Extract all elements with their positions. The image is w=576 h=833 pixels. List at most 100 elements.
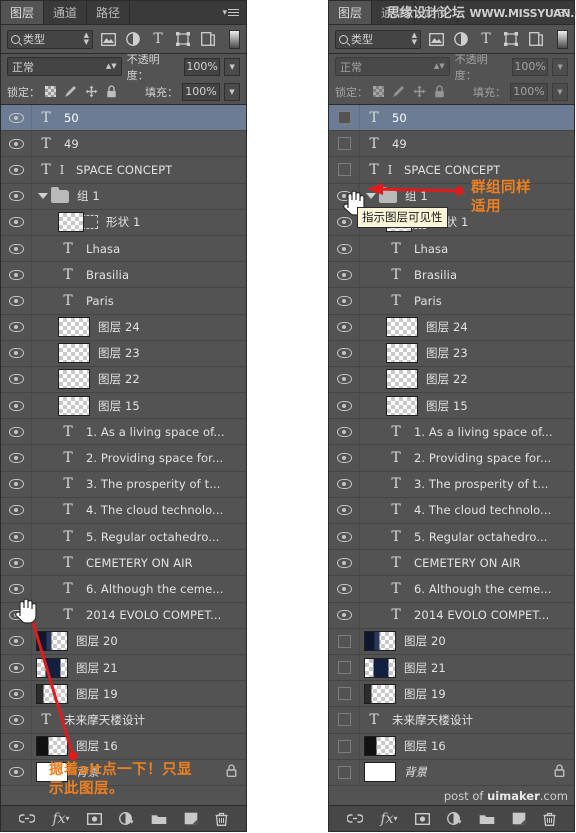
adjustment-filter-icon[interactable] [451, 30, 471, 49]
opacity-input[interactable]: 100% [511, 57, 549, 76]
layer-row[interactable]: T 未来摩天楼设计 [1, 707, 246, 734]
layer-name[interactable]: 3. The prosperity of t... [406, 477, 548, 491]
layer-name[interactable]: 组 1 [397, 188, 428, 204]
layer-name[interactable]: 49 [56, 137, 79, 151]
layer-visibility-toggle[interactable] [1, 209, 32, 235]
layer-visibility-toggle[interactable] [329, 340, 360, 366]
layer-name[interactable]: Paris [406, 294, 442, 308]
layer-name[interactable]: 图层 23 [90, 345, 140, 361]
layer-row[interactable]: 图层 20 [1, 628, 246, 655]
layer-row[interactable]: 图层 15 [329, 393, 574, 420]
disclosure-triangle-icon[interactable] [366, 193, 376, 200]
fill-input[interactable]: 100% [510, 82, 548, 101]
layer-name[interactable]: 图层 22 [418, 371, 468, 387]
lock-transparency-icon[interactable] [373, 86, 384, 97]
fill-input[interactable]: 100% [182, 82, 220, 101]
panel-menu-icon[interactable]: ▾ [218, 1, 246, 24]
layer-thumbnail[interactable] [36, 683, 68, 704]
new-layer-icon[interactable] [512, 806, 526, 831]
tab-layers[interactable]: 图层 [329, 1, 373, 24]
new-layer-icon[interactable] [184, 806, 198, 831]
filter-toggle-swatch[interactable] [229, 29, 240, 49]
layer-visibility-toggle[interactable] [329, 497, 360, 523]
layer-visibility-toggle[interactable] [329, 445, 360, 471]
lock-position-icon[interactable] [413, 85, 426, 98]
layer-visibility-toggle[interactable] [329, 183, 360, 209]
layer-thumbnail[interactable] [386, 343, 418, 364]
layer-row[interactable]: T 4. The cloud technolo... [1, 497, 246, 524]
type-filter-icon[interactable]: T [148, 30, 168, 49]
layer-thumbnail[interactable] [386, 317, 418, 338]
layer-visibility-toggle[interactable] [329, 314, 360, 340]
layer-name[interactable]: 2. Providing space for... [406, 451, 551, 465]
layer-visibility-toggle[interactable] [1, 393, 32, 419]
layer-name[interactable]: 图层 24 [90, 319, 140, 335]
layer-name[interactable]: 50 [56, 111, 79, 125]
layer-name[interactable]: 图层 15 [418, 398, 468, 414]
layer-row[interactable]: T 2014 EVOLO COMPET... [329, 602, 574, 629]
layer-visibility-toggle[interactable] [1, 419, 32, 445]
pixel-filter-icon[interactable] [426, 30, 446, 49]
layer-thumbnail[interactable] [58, 369, 90, 390]
layer-thumbnail[interactable] [36, 631, 68, 652]
link-layers-icon[interactable] [347, 806, 364, 831]
layer-name[interactable]: 6. Although the ceme... [406, 582, 552, 596]
layer-visibility-toggle[interactable] [329, 602, 360, 628]
shape-filter-icon[interactable] [173, 30, 193, 49]
layer-visibility-toggle[interactable] [1, 576, 32, 602]
layer-style-fx-icon[interactable]: fx ▾ [52, 806, 69, 831]
lock-all-icon[interactable] [106, 85, 117, 98]
layer-row[interactable]: T 49 [329, 131, 574, 158]
layer-visibility-toggle[interactable] [1, 183, 32, 209]
layer-row[interactable]: T 未来摩天楼设计 [329, 707, 574, 734]
layer-visibility-toggle[interactable] [1, 235, 32, 262]
new-group-icon[interactable] [151, 806, 167, 831]
layer-row[interactable]: 图层 22 [329, 366, 574, 394]
layer-row[interactable]: T CEMETERY ON AIR [329, 550, 574, 577]
layer-visibility-toggle[interactable] [329, 209, 360, 235]
layer-row[interactable]: T I SPACE CONCEPT [329, 157, 574, 184]
layer-thumbnail[interactable] [58, 317, 90, 338]
layer-visibility-toggle[interactable] [329, 654, 360, 681]
layer-name[interactable]: 4. The cloud technolo... [78, 503, 223, 517]
layer-name[interactable]: 图层 15 [90, 398, 140, 414]
layer-visibility-toggle[interactable] [1, 602, 32, 628]
layer-name[interactable]: 形状 1 [98, 214, 140, 230]
layer-name[interactable]: 背景 [396, 764, 427, 780]
shape-filter-icon[interactable] [501, 30, 521, 49]
add-layer-mask-icon[interactable] [86, 806, 102, 831]
layer-name[interactable]: Lhasa [406, 242, 448, 256]
pixel-filter-icon[interactable] [98, 30, 118, 49]
layer-row[interactable]: T I SPACE CONCEPT [1, 157, 246, 184]
layer-name[interactable]: 3. The prosperity of t... [78, 477, 220, 491]
layer-row[interactable]: 组 1 [329, 183, 574, 210]
layer-row[interactable]: 图层 23 [1, 340, 246, 367]
layer-thumbnail[interactable] [36, 657, 68, 678]
layer-name[interactable]: Brasilia [78, 268, 129, 282]
layer-row[interactable]: 图层 21 [1, 654, 246, 682]
layer-row[interactable]: T 5. Regular octahedro... [1, 524, 246, 551]
layer-row[interactable]: 图层 15 [1, 393, 246, 420]
layer-name[interactable]: SPACE CONCEPT [396, 163, 500, 177]
layer-row[interactable]: 图层 19 [1, 681, 246, 708]
fill-dropdown-icon[interactable]: ▼ [224, 82, 240, 101]
layer-row[interactable]: T 3. The prosperity of t... [1, 471, 246, 498]
layer-name[interactable]: Paris [78, 294, 114, 308]
layer-row[interactable]: 图层 20 [329, 628, 574, 655]
layer-thumbnail[interactable] [364, 762, 396, 783]
layer-thumbnail[interactable] [36, 736, 68, 757]
layer-name[interactable]: 图层 24 [418, 319, 468, 335]
layer-visibility-toggle[interactable] [329, 576, 360, 602]
layer-name[interactable]: 49 [384, 137, 407, 151]
layer-name[interactable]: 图层 20 [68, 633, 118, 649]
layer-name[interactable]: 50 [384, 111, 407, 125]
layer-visibility-toggle[interactable] [329, 288, 360, 314]
link-layers-icon[interactable] [19, 806, 36, 831]
lock-image-icon[interactable] [64, 85, 77, 98]
delete-layer-icon[interactable] [543, 806, 556, 831]
layer-row[interactable]: T Lhasa [1, 235, 246, 263]
adjustment-filter-icon[interactable] [123, 30, 143, 49]
layer-row[interactable]: T Paris [1, 288, 246, 315]
layer-row[interactable]: T 2. Providing space for... [1, 445, 246, 472]
layer-name[interactable]: 图层 22 [90, 371, 140, 387]
